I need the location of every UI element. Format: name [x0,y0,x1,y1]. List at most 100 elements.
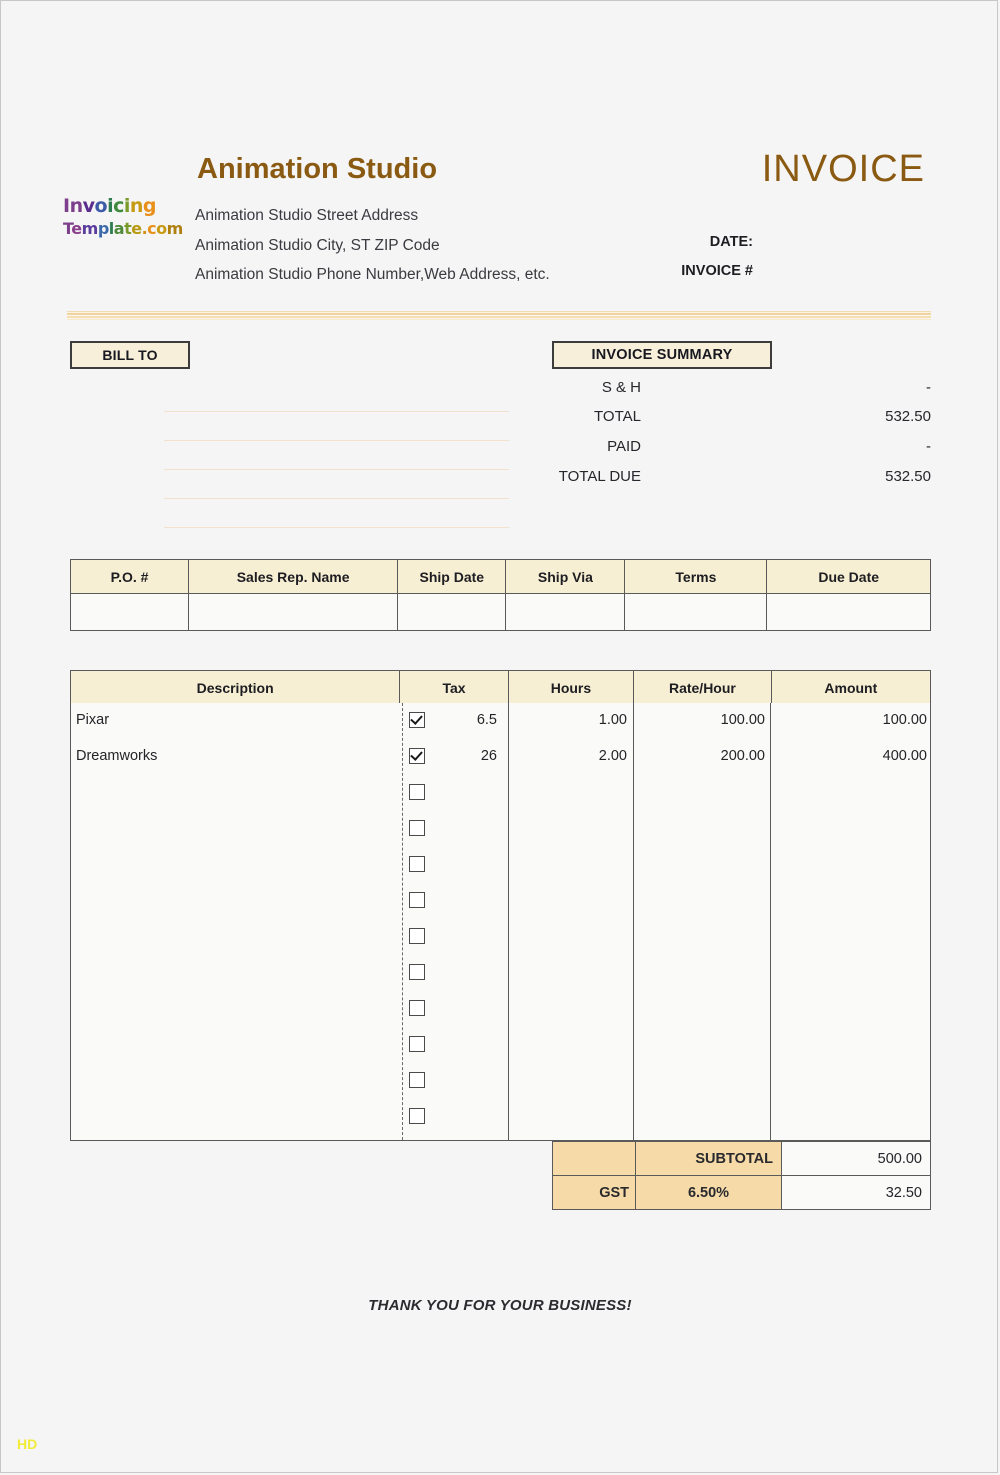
bill-to-line[interactable] [164,383,509,412]
line-item-row [71,775,932,811]
hd-watermark: HD [17,1436,38,1452]
tax-checkbox[interactable] [409,856,425,872]
logo-letter: n [69,195,84,217]
line-items-header-table: Description Tax Hours Rate/Hour Amount [69,670,932,705]
cell-po[interactable] [69,593,190,631]
line-item-hours[interactable]: 1.00 [511,712,627,728]
line-item-tax[interactable]: 26 [401,748,497,764]
line-item-rate[interactable]: 200.00 [641,748,765,764]
summary-value: - [926,379,931,396]
logo-letter: e [131,219,142,238]
summary-value: 532.50 [885,468,931,485]
subtotal-row: SUBTOTAL 500.00 [552,1141,931,1176]
bill-to-line[interactable] [164,412,509,441]
tax-checkbox[interactable] [409,784,425,800]
logo-letter: I [63,195,70,217]
logo-letter: c [113,195,124,217]
line-item-row [71,1063,932,1099]
tax-checkbox[interactable] [409,1072,425,1088]
tax-checkbox[interactable] [409,820,425,836]
line-item-row: Pixar 6.5 1.00 100.00 100.00 [71,703,932,739]
logo-line-1: Invoicing [63,195,157,217]
bill-to-line[interactable] [164,470,509,499]
tax-checkbox[interactable] [409,1108,425,1124]
line-item-hours[interactable]: 2.00 [511,748,627,764]
company-address-line: Animation Studio Phone Number,Web Addres… [195,266,550,283]
cell-sales-rep[interactable] [188,593,399,631]
logo-letter: v [82,195,95,217]
line-item-amount[interactable]: 400.00 [781,748,927,764]
tax-checkbox[interactable] [409,964,425,980]
summary-row: S & H - [501,379,931,409]
line-item-row [71,1099,932,1135]
tax-checkbox[interactable] [409,928,425,944]
line-item-row [71,919,932,955]
col-header-sales-rep: Sales Rep. Name [188,559,399,594]
line-item-row [71,1027,932,1063]
logo-letter: c [147,219,157,238]
shipping-info-table: P.O. # Sales Rep. Name Ship Date Ship Vi… [69,559,931,631]
col-header-ship-date: Ship Date [397,559,507,594]
invoice-summary-label: INVOICE SUMMARY [552,341,772,369]
logo-letter: o [156,219,167,238]
company-address-line: Animation Studio City, ST ZIP Code [195,236,440,254]
tax-checkbox[interactable] [409,1000,425,1016]
line-item-amount[interactable]: 100.00 [781,712,927,728]
cell-ship-date[interactable] [397,593,507,631]
subtotal-label: SUBTOTAL [635,1141,782,1176]
logo-letter: n [129,195,144,217]
summary-row: TOTAL DUE 532.50 [501,468,931,498]
line-item-row [71,991,932,1027]
line-item-tax[interactable]: 6.5 [401,712,497,728]
line-item-description[interactable]: Dreamworks [76,748,396,764]
logo-letter: m [166,219,184,238]
bill-to-line[interactable] [164,441,509,470]
bill-to-line[interactable] [164,499,509,528]
tax-name: GST [552,1175,636,1210]
summary-key: TOTAL DUE [558,468,641,485]
tax-checkbox[interactable] [409,892,425,908]
line-item-row [71,955,932,991]
tax-checkbox[interactable] [409,1036,425,1052]
col-header-terms: Terms [624,559,768,594]
line-item-row: Dreamworks 26 2.00 200.00 400.00 [71,739,932,775]
col-header-ship-via: Ship Via [505,559,626,594]
col-header-rate: Rate/Hour [633,670,772,705]
line-item-row [71,847,932,883]
header-divider [67,311,931,322]
col-header-description: Description [69,670,401,705]
line-item-description[interactable]: Pixar [76,712,396,728]
line-item-rate[interactable]: 100.00 [641,712,765,728]
summary-row: TOTAL 532.50 [501,408,931,438]
cell-ship-via[interactable] [505,593,626,631]
tax-rate: 6.50% [635,1175,782,1210]
bill-to-lines[interactable] [164,383,509,528]
tax-row: GST 6.50% 32.50 [552,1175,931,1210]
summary-key: TOTAL [594,408,641,425]
company-name: Animation Studio [197,153,438,185]
company-address-block: Animation Studio Street Address Animatio… [195,201,550,290]
col-header-po: P.O. # [69,559,190,594]
cell-due-date[interactable] [766,593,931,631]
invoice-title: INVOICE [761,148,925,190]
summary-value: - [926,438,931,455]
subtotal-spacer [552,1141,636,1176]
col-header-due-date: Due Date [766,559,931,594]
date-label: DATE: [709,234,753,250]
summary-value: 532.50 [885,408,931,425]
col-header-tax: Tax [399,670,509,705]
summary-key: S & H [601,379,641,396]
cell-terms[interactable] [624,593,768,631]
tax-value: 32.50 [781,1175,931,1210]
thank-you-message: THANK YOU FOR YOUR BUSINESS! [368,1297,632,1314]
line-item-row [71,883,932,919]
table-row [69,593,931,631]
invoice-page: Invoicing Template.com Animation Studio … [0,0,998,1473]
line-item-row [71,811,932,847]
logo-letter: e [71,219,82,238]
totals-table: SUBTOTAL 500.00 GST 6.50% 32.50 [552,1141,931,1210]
col-header-hours: Hours [507,670,635,705]
table-header-row: Description Tax Hours Rate/Hour Amount [69,670,932,705]
summary-row: PAID - [501,438,931,468]
logo-line-2: Template.com [63,221,191,237]
